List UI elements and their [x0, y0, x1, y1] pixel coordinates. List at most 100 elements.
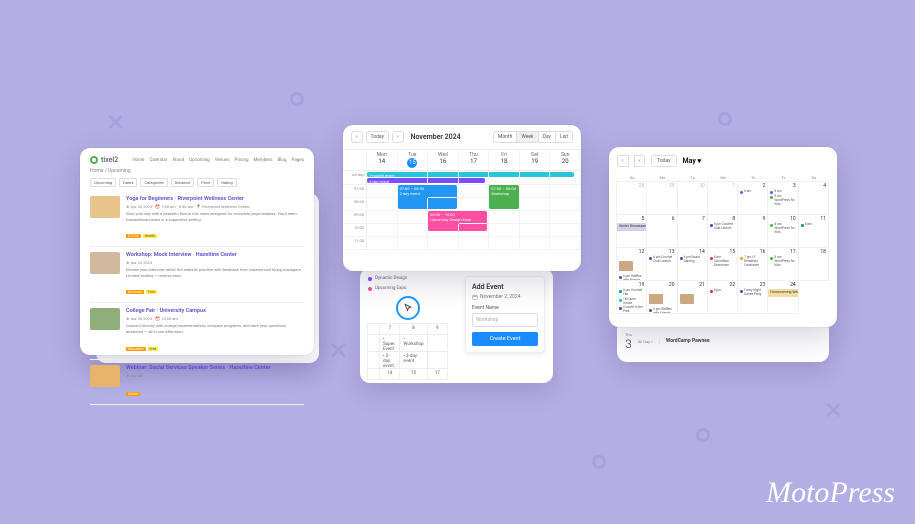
- mini-event[interactable]: • Workshop: [399, 334, 427, 352]
- event-name-input[interactable]: Workshop: [472, 313, 538, 327]
- time-cell[interactable]: [489, 198, 520, 211]
- view-week[interactable]: Week: [516, 131, 538, 143]
- time-cell[interactable]: 07:00 – 08:00 2-day event: [398, 185, 429, 198]
- time-cell[interactable]: [489, 211, 520, 224]
- time-cell[interactable]: [428, 224, 459, 237]
- allday-cell[interactable]: [428, 171, 459, 185]
- time-cell[interactable]: [428, 237, 459, 250]
- today-button[interactable]: Today: [366, 131, 389, 143]
- time-cell[interactable]: [550, 198, 581, 211]
- time-cell[interactable]: [550, 224, 581, 237]
- time-cell[interactable]: [428, 198, 459, 211]
- month-cell[interactable]: 206 pm Waffles with Friends: [646, 280, 677, 314]
- month-event[interactable]: 8 am WordPress for Kids: [770, 223, 795, 235]
- time-cell[interactable]: [459, 185, 490, 198]
- nav-item[interactable]: Upcoming: [189, 158, 209, 163]
- time-cell[interactable]: [398, 198, 429, 211]
- month-cell[interactable]: 86 pm Crochet Club Launch: [707, 214, 738, 248]
- time-cell[interactable]: [367, 185, 398, 198]
- time-cell[interactable]: [520, 185, 551, 198]
- time-cell[interactable]: [550, 185, 581, 198]
- day-header[interactable]: Wed16: [428, 150, 459, 171]
- allday-cell[interactable]: 1-month event 4-day event: [367, 171, 398, 185]
- allday-cell[interactable]: [489, 171, 520, 185]
- filter-chip[interactable]: Upcoming: [90, 178, 116, 187]
- filter-chip[interactable]: Distance: [171, 178, 195, 187]
- time-cell[interactable]: [398, 211, 429, 224]
- month-cell[interactable]: 158 am CarrotMan Downtown: [707, 247, 738, 281]
- time-cell[interactable]: 07:00 – 08:00 Workshop: [489, 185, 520, 198]
- month-cell[interactable]: 126 pm Waffles with Friends: [616, 247, 647, 281]
- month-event[interactable]: 8 am WordPress for Kids: [770, 256, 795, 268]
- nav-item[interactable]: Venues: [215, 158, 230, 163]
- time-cell[interactable]: 08:00 – 10:00 Upcoming Design Expo: [428, 211, 459, 224]
- allday-cell[interactable]: [550, 171, 581, 185]
- month-event[interactable]: 6 pm Crochet Fair: [619, 289, 644, 297]
- month-event[interactable]: 9 am WordPress for Kids: [770, 195, 795, 207]
- time-cell[interactable]: [520, 224, 551, 237]
- time-cell[interactable]: [459, 211, 490, 224]
- time-cell[interactable]: [398, 224, 429, 237]
- month-cell[interactable]: 5Winter Renaissance Fair: [616, 214, 647, 248]
- month-cell[interactable]: 30: [677, 181, 708, 215]
- month-cell[interactable]: 136 pm Crochet Club Launch: [646, 247, 677, 281]
- time-cell[interactable]: [398, 237, 429, 250]
- list-item[interactable]: Webinar: Social Services Speaker Series …: [90, 360, 304, 405]
- month-cell[interactable]: 228 pm: [707, 280, 738, 314]
- month-cell[interactable]: 146 pm Board Gaming: [677, 247, 708, 281]
- view-switcher[interactable]: MonthWeekDayList: [494, 131, 573, 143]
- month-cell[interactable]: 23Funky Night Dance Party: [737, 280, 768, 314]
- month-event[interactable]: 6 pm Crochet Club Launch: [710, 223, 735, 231]
- mini-event[interactable]: • 2-day event: [379, 351, 400, 369]
- time-cell[interactable]: [489, 237, 520, 250]
- month-cell[interactable]: 28: [616, 181, 647, 215]
- list-item[interactable]: College Fair · University Campus ★ Apr 2…: [90, 303, 304, 359]
- month-event[interactable]: 1M Open House: [619, 298, 644, 306]
- prev-button[interactable]: ‹: [617, 155, 629, 167]
- filter-chip[interactable]: Rating: [217, 178, 236, 187]
- time-cell[interactable]: [459, 237, 490, 250]
- nav-item[interactable]: About: [172, 158, 184, 163]
- time-cell[interactable]: [489, 224, 520, 237]
- day-header[interactable]: Mon14: [367, 150, 398, 171]
- create-event-button[interactable]: Create Event: [472, 332, 538, 346]
- month-cell[interactable]: 38 am9 am WordPress for Kids: [767, 181, 798, 215]
- month-cell[interactable]: 7: [677, 214, 708, 248]
- day-header[interactable]: Fri18: [489, 150, 520, 171]
- mini-event[interactable]: • Super Event: [379, 334, 400, 352]
- mini-event[interactable]: • 3-day event: [399, 351, 427, 369]
- view-month[interactable]: Month: [493, 131, 517, 143]
- month-event[interactable]: 8 am: [801, 223, 826, 227]
- nav-item[interactable]: Pricing: [235, 158, 249, 163]
- time-cell[interactable]: [550, 237, 581, 250]
- month-event[interactable]: 8 am CarrotMan Downtown: [710, 256, 735, 268]
- filter-bar[interactable]: UpcomingDatesCategoriesDistancePriceRati…: [90, 178, 304, 187]
- next-button[interactable]: ›: [392, 131, 404, 143]
- month-cell[interactable]: 1: [707, 181, 738, 215]
- time-cell[interactable]: [367, 198, 398, 211]
- month-cell[interactable]: 4: [798, 181, 829, 215]
- month-cell[interactable]: 6: [646, 214, 677, 248]
- allday-cell[interactable]: [459, 171, 490, 185]
- time-cell[interactable]: [428, 185, 459, 198]
- month-cell[interactable]: 29: [646, 181, 677, 215]
- multi-day-band[interactable]: Winter Renaissance Fair: [617, 223, 647, 231]
- month-event[interactable]: 7 pm LF Breakfast Fundraiser: [740, 256, 765, 268]
- allday-cell[interactable]: [398, 171, 429, 185]
- list-item[interactable]: Workshop: Mock Interview · Hazeltine Cen…: [90, 247, 304, 303]
- time-cell[interactable]: [367, 224, 398, 237]
- week-grid[interactable]: Mon14Tue15Wed16Thu17Fri18Sat19Sun20All-d…: [343, 150, 581, 250]
- day-header[interactable]: Thu17: [459, 150, 490, 171]
- multi-day-band[interactable]: Homecoming Weekend: [768, 289, 798, 297]
- prev-button[interactable]: ‹: [351, 131, 363, 143]
- time-cell[interactable]: [550, 211, 581, 224]
- today-button[interactable]: Today: [651, 155, 676, 167]
- time-cell[interactable]: [520, 211, 551, 224]
- nav-item[interactable]: Home: [132, 158, 144, 163]
- month-title[interactable]: May ▾: [683, 157, 702, 165]
- month-event[interactable]: 6 pm Crochet Club Launch: [649, 256, 674, 264]
- month-grid[interactable]: SuMoTuWeThFrSa282930128 am38 am9 am Word…: [617, 173, 829, 314]
- month-cell[interactable]: 167 pm LF Breakfast Fundraiser: [737, 247, 768, 281]
- day-header[interactable]: Sun20: [550, 150, 581, 171]
- month-cell[interactable]: 178 am WordPress for Kids: [767, 247, 798, 281]
